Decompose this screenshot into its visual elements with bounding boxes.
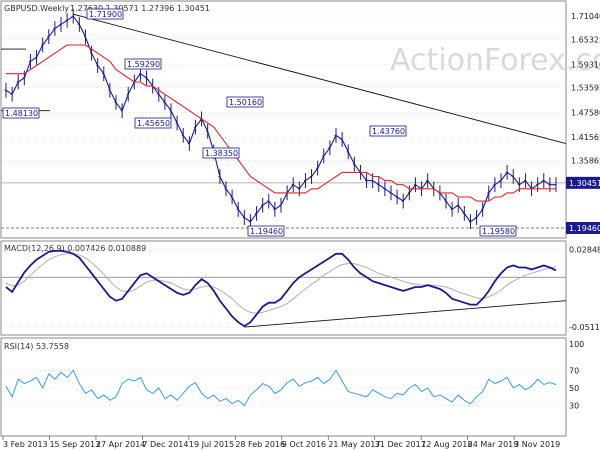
x-tick-label: 19 Jul 2015 xyxy=(189,440,234,449)
price-annotation-label: 1.45650 xyxy=(137,119,170,128)
x-tick-label: 9 Oct 2016 xyxy=(282,440,326,449)
price-y-tick-label: 1.41565 xyxy=(571,133,600,142)
macd-grid xyxy=(1,249,566,328)
support-level-label: 1.19460 xyxy=(569,224,600,233)
macd-y-axis: 0.028489 -0.051125 xyxy=(569,245,600,332)
macd-series-group xyxy=(5,249,567,328)
price-annotation-label: 1.38350 xyxy=(205,149,238,158)
x-tick-label: 3 Nov 2019 xyxy=(514,440,560,449)
watermark: ActionForex.com xyxy=(390,43,600,78)
price-y-tick-label: 1.59310 xyxy=(571,60,600,69)
macd-header: MACD(12,26,9) 0.007426 0.010889 xyxy=(4,244,146,253)
macd-line xyxy=(5,249,557,328)
macd-y-tick-label: 0.028489 xyxy=(569,245,600,254)
x-tick-label: 27 Apr 2014 xyxy=(96,440,145,449)
price-y-tick-label: 1.71040 xyxy=(571,12,600,21)
rsi-y-axis: 100 70 50 30 xyxy=(569,340,584,411)
chart-canvas: ActionForex.com GBPUSD.Weekly 1.27630 1.… xyxy=(0,0,600,449)
macd-panel-frame xyxy=(0,240,567,336)
price-annotation-label: 1.71900 xyxy=(89,10,122,19)
x-tick-label: 24 Mar 2019 xyxy=(468,440,519,449)
price-y-tick-label: 1.53595 xyxy=(571,84,600,93)
price-annotation-label: 1.50160 xyxy=(229,98,262,107)
x-tick-label: 7 Dec 2014 xyxy=(142,440,188,449)
rsi-y-tick-label: 70 xyxy=(569,366,579,375)
price-y-tick-label: 1.47580 xyxy=(571,108,600,117)
x-tick-label: 28 Feb 2016 xyxy=(235,440,285,449)
price-header: GBPUSD.Weekly xyxy=(4,4,69,13)
price-annotation-label: 1.19580 xyxy=(482,227,515,236)
rsi-y-tick-label: 30 xyxy=(569,402,579,411)
x-tick-label: 15 Sep 2013 xyxy=(49,440,100,449)
x-tick-label: 12 Aug 2018 xyxy=(421,440,472,449)
price-series-group xyxy=(1,8,567,230)
x-tick-label: 31 Dec 2017 xyxy=(375,440,426,449)
rsi-y-tick-label: 50 xyxy=(569,384,579,393)
x-tick-label: 3 Feb 2013 xyxy=(3,440,48,449)
macd-y-tick-label: -0.051125 xyxy=(569,323,600,332)
macd-trend-line xyxy=(244,300,567,328)
rsi-y-tick-label: 100 xyxy=(569,340,584,349)
x-axis: 3 Feb 2013 15 Sep 201327 Apr 20147 Dec 20… xyxy=(2,436,560,449)
current-price-label: 1.30451 xyxy=(569,179,600,188)
price-annotation-label: 1.48130 xyxy=(5,109,38,118)
price-y-tick-label: 1.35865 xyxy=(571,157,600,166)
rsi-header: RSI(14) 53.7558 xyxy=(4,342,69,351)
price-y-tick-label: 1.65325 xyxy=(571,36,600,45)
price-annotation-label: 1.43760 xyxy=(372,127,405,136)
x-tick-label: 21 May 2017 xyxy=(328,440,380,449)
rsi-grid xyxy=(1,370,566,406)
price-annotation-label: 1.59290 xyxy=(127,60,160,69)
price-annotation-label: 1.19460 xyxy=(250,227,283,236)
